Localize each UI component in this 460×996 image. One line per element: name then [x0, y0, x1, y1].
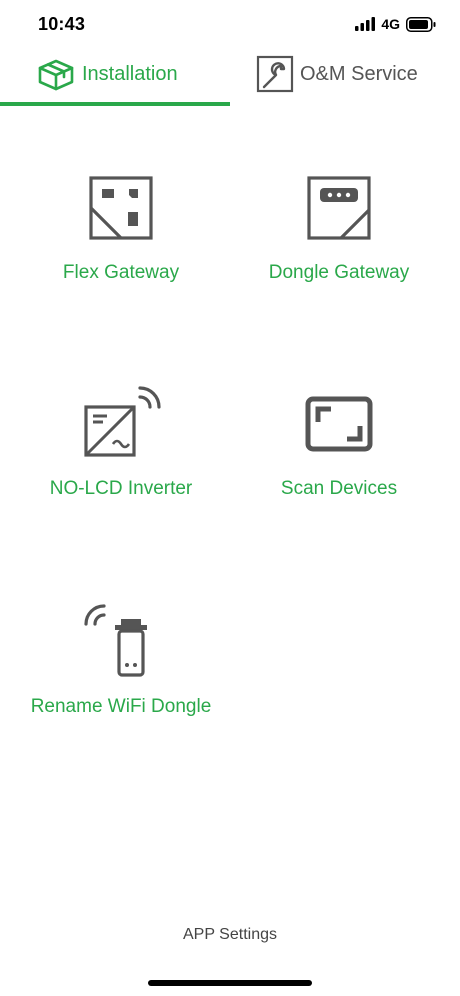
- scan-devices-label: Scan Devices: [280, 478, 398, 499]
- status-time: 10:43: [38, 14, 86, 34]
- tab-installation-label: Installation: [82, 62, 178, 85]
- dongle-gateway-label: Dongle Gateway: [268, 262, 410, 283]
- battery-icon: [406, 16, 436, 32]
- scan-frame-icon: [299, 384, 379, 464]
- status-indicators: 4G: [355, 16, 436, 32]
- menu-nolcd-inverter[interactable]: NO-LCD Inverter: [6, 384, 236, 554]
- flex-gateway-label: Flex Gateway: [62, 262, 180, 283]
- tab-om-service[interactable]: O&M Service: [256, 48, 418, 100]
- network-type: 4G: [381, 16, 400, 32]
- tab-om-service-label: O&M Service: [300, 62, 418, 85]
- menu-rename-wifi-dongle[interactable]: Rename WiFi Dongle: [6, 602, 236, 772]
- flex-gateway-icon: [81, 168, 161, 248]
- menu-dongle-gateway[interactable]: Dongle Gateway: [224, 168, 454, 338]
- app-settings-link[interactable]: APP Settings: [0, 926, 460, 944]
- signal-icon: [355, 17, 376, 31]
- rename-wifi-dongle-label: Rename WiFi Dongle: [30, 696, 212, 717]
- box-icon: [38, 59, 74, 91]
- menu-flex-gateway[interactable]: Flex Gateway: [6, 168, 236, 338]
- wrench-icon: [256, 55, 294, 93]
- tab-installation[interactable]: Installation: [36, 48, 178, 100]
- home-indicator[interactable]: [148, 980, 312, 986]
- nolcd-inverter-label: NO-LCD Inverter: [49, 478, 193, 499]
- active-tab-indicator: [0, 102, 230, 106]
- menu-scan-devices[interactable]: Scan Devices: [224, 384, 454, 554]
- tab-bar: Installation O&M Service: [0, 48, 460, 108]
- dongle-gateway-icon: [299, 168, 379, 248]
- inverter-wireless-icon: [81, 384, 161, 464]
- status-bar: 10:43 4G: [0, 0, 460, 44]
- wifi-dongle-icon: [81, 602, 161, 682]
